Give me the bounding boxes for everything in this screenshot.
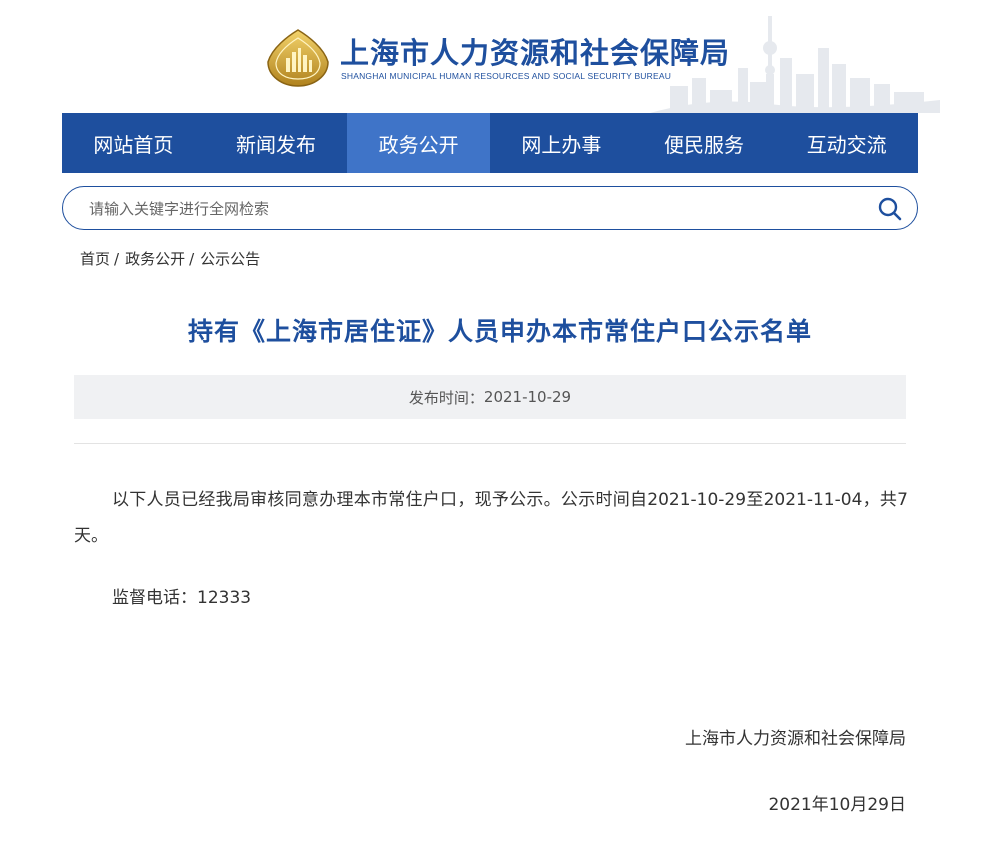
nav-item-home[interactable]: 网站首页 xyxy=(62,113,205,173)
nav-item-public-services[interactable]: 便民服务 xyxy=(633,113,776,173)
publish-date: 2021-10-29 xyxy=(483,388,572,406)
nav-item-online-services[interactable]: 网上办事 xyxy=(490,113,633,173)
page: 上海市人力资源和社会保障局 SHANGHAI MUNICIPAL HUMAN R… xyxy=(0,0,1000,858)
breadcrumb: 首页 / 政务公开 / 公示公告 xyxy=(80,248,260,269)
nav-item-news[interactable]: 新闻发布 xyxy=(205,113,348,173)
article-title: 持有《上海市居住证》人员申办本市常住户口公示名单 xyxy=(187,317,812,346)
main-nav: 网站首页 新闻发布 政务公开 网上办事 便民服务 互动交流 xyxy=(62,113,918,173)
divider xyxy=(74,443,906,444)
signature-organization: 上海市人力资源和社会保障局 xyxy=(685,729,906,749)
supervision-phone: 监督电话：12333 xyxy=(112,588,252,608)
breadcrumb-announcements[interactable]: 公示公告 xyxy=(200,250,260,268)
site-title: 上海市人力资源和社会保障局 xyxy=(340,36,731,70)
article-body: 以下人员已经我局审核同意办理本市常住户口，现予公示。公示时间自2021-10-2… xyxy=(74,482,908,616)
site-header: 上海市人力资源和社会保障局 SHANGHAI MUNICIPAL HUMAN R… xyxy=(0,0,1000,113)
breadcrumb-separator: / xyxy=(189,250,195,268)
search-icon[interactable] xyxy=(877,196,903,222)
signature-date: 2021年10月29日 xyxy=(768,795,906,815)
publish-info-bar: 发布时间： 2021-10-29 xyxy=(74,375,906,419)
publish-label: 发布时间： xyxy=(408,388,484,407)
site-subtitle-en: SHANGHAI MUNICIPAL HUMAN RESOURCES AND S… xyxy=(341,71,672,81)
nav-item-government-affairs[interactable]: 政务公开 xyxy=(347,113,491,173)
search-input[interactable] xyxy=(87,187,851,231)
breadcrumb-government-affairs[interactable]: 政务公开 xyxy=(125,250,185,268)
article-paragraph: 以下人员已经我局审核同意办理本市常住户口，现予公示。公示时间自2021-10-2… xyxy=(74,490,908,546)
bureau-logo-icon xyxy=(267,29,329,87)
breadcrumb-separator: / xyxy=(114,250,120,268)
nav-item-interaction[interactable]: 互动交流 xyxy=(775,113,918,173)
search-bar xyxy=(62,186,918,231)
breadcrumb-home[interactable]: 首页 xyxy=(80,250,110,268)
